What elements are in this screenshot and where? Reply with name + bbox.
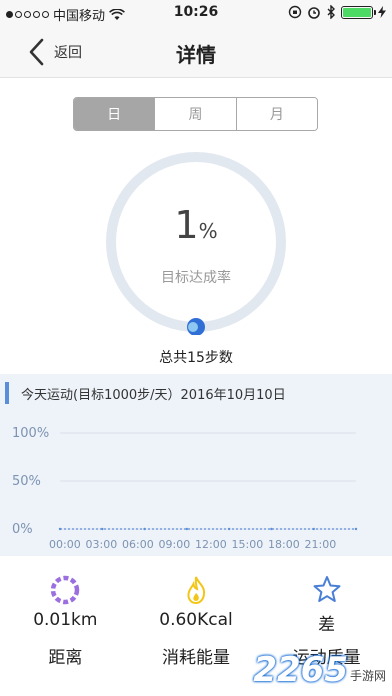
chart-header-accent (5, 382, 9, 404)
goal-progress-ring: 1% 目标达成率 (103, 149, 289, 335)
data-point (143, 527, 146, 531)
tab-day[interactable]: 日 (74, 98, 156, 130)
watermark-text: 手游网 (349, 669, 386, 683)
x-tick-label: 06:00 (122, 538, 154, 551)
x-tick-label: 03:00 (86, 538, 118, 551)
progress-unit: % (198, 219, 218, 243)
chart-header-text: 今天运动(目标1000步/天）2016年10月10日 (21, 387, 286, 403)
alarm-icon (308, 7, 320, 19)
distance-value: 0.01km (33, 610, 98, 630)
bluetooth-icon (327, 5, 335, 19)
progress-knob-center (188, 322, 198, 332)
data-point (101, 527, 104, 531)
total-steps: 总共15步数 (159, 350, 233, 366)
x-tick-label: 09:00 (159, 538, 191, 551)
y-tick-label: 50% (12, 474, 41, 489)
x-tick-label: 12:00 (195, 538, 227, 551)
status-right (288, 5, 386, 19)
star-icon (313, 576, 341, 602)
watermark-logo: 2265 (253, 650, 348, 690)
data-point (185, 527, 189, 531)
tab-month[interactable]: 月 (236, 98, 317, 130)
orientation-lock-icon (288, 5, 302, 19)
progress-percentage: 1% (103, 203, 289, 247)
flame-icon (187, 576, 206, 605)
progress-value: 1 (174, 203, 199, 247)
activity-chart-section: 100% 50% 0% 00:00 03:00 06:00 09:00 12:00 15:00 1… (0, 374, 392, 556)
data-point (270, 527, 273, 531)
stat-energy: 0.60Kcal 消耗能量 (131, 562, 262, 696)
x-tick-label: 21:00 (305, 538, 337, 551)
progress-label: 目标达成率 (161, 270, 231, 286)
page-title: 详情 (176, 43, 216, 67)
battery-icon (341, 5, 376, 19)
watermark: 2265 手游网 (253, 650, 386, 690)
x-tick-label: 18:00 (268, 538, 300, 551)
x-tick-label: 15:00 (232, 538, 264, 551)
charging-icon (378, 6, 386, 18)
data-point (312, 527, 315, 531)
y-tick-label: 100% (12, 426, 49, 441)
energy-label: 消耗能量 (162, 648, 230, 668)
data-point (58, 527, 62, 531)
energy-value: 0.60Kcal (159, 610, 233, 630)
tab-week[interactable]: 周 (155, 98, 237, 130)
data-point (227, 527, 231, 531)
chart-header: 今天运动(目标1000步/天）2016年10月10日 (5, 382, 286, 404)
distance-ring-icon (51, 575, 80, 605)
quality-value: 差 (318, 615, 336, 635)
stat-distance: 0.01km 距离 (0, 562, 131, 696)
x-tick-label: 00:00 (49, 538, 81, 551)
distance-label: 距离 (48, 648, 83, 668)
data-point (354, 527, 358, 531)
status-bar: 中国移动 10:26 (0, 0, 392, 26)
period-segmented-control: 日 周 月 (73, 97, 318, 131)
y-tick-label: 0% (12, 522, 33, 537)
navigation-bar: 返回 详情 (0, 26, 392, 78)
